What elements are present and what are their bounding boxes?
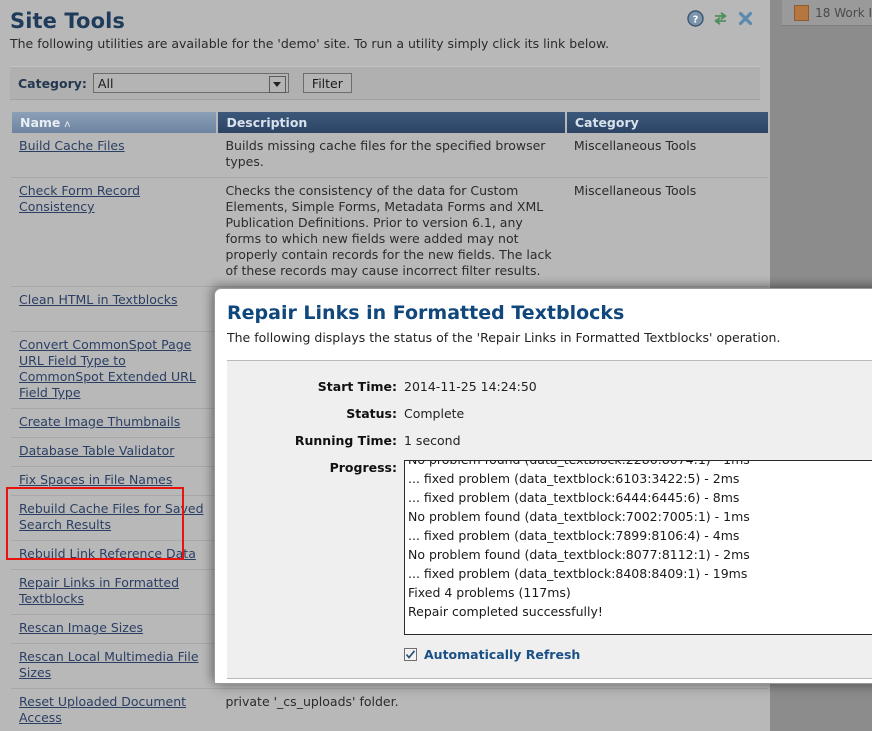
field-running-time: Running Time: 1 second xyxy=(227,433,872,449)
cell-description: private '_cs_uploads' folder. xyxy=(217,688,566,731)
progress-log-line: ... fixed problem (data_textblock:6103:3… xyxy=(408,471,740,486)
progress-log-textarea[interactable]: No problem found (data_textblock:2286:80… xyxy=(404,460,872,635)
field-progress-label: Progress: xyxy=(329,460,397,475)
auto-refresh-checkbox[interactable] xyxy=(404,648,417,661)
cell-description: Builds missing cache files for the speci… xyxy=(217,133,566,178)
column-header-name[interactable]: Name ʌ xyxy=(9,112,219,133)
cell-tool-name: Rebuild Cache Files for Saved Search Res… xyxy=(11,495,218,541)
auto-refresh-label[interactable]: Automatically Refresh xyxy=(424,647,580,662)
page-subtitle: The following utilities are available fo… xyxy=(10,36,610,51)
cell-category: Miscellaneous Tools xyxy=(565,133,768,178)
field-status-value: Complete xyxy=(404,406,465,421)
checkmark-icon xyxy=(405,650,416,659)
column-header-description[interactable]: Description xyxy=(217,112,567,133)
taskbar-work-item[interactable]: 18 Work I xyxy=(782,0,872,26)
progress-log-line: ... fixed problem (data_textblock:8408:8… xyxy=(408,566,748,581)
repair-links-dialog: Repair Links in Formatted Textblocks The… xyxy=(214,288,872,684)
progress-log-line: Fixed 4 problems (117ms) xyxy=(408,585,571,600)
field-running-time-value: 1 second xyxy=(404,433,461,448)
column-header-category[interactable]: Category xyxy=(565,112,768,133)
table-row: Reset Uploaded Document Access private '_… xyxy=(11,688,768,731)
progress-log-line: ... fixed problem (data_textblock:7899:8… xyxy=(408,528,740,543)
dialog-subtitle: The following displays the status of the… xyxy=(227,330,781,345)
cell-tool-name: Rescan Image Sizes xyxy=(11,614,218,644)
field-start-time: Start Time: 2014-11-25 14:24:50 xyxy=(227,379,872,395)
category-filter-label: Category: xyxy=(18,75,87,91)
cell-tool-name: Rebuild Link Reference Data xyxy=(11,540,218,570)
panel-header: Site Tools The following utilities are a… xyxy=(0,0,770,56)
category-filter-bar: Category: All Filter xyxy=(10,66,760,100)
help-icon[interactable]: ? xyxy=(687,10,704,27)
dialog-body: Start Time: 2014-11-25 14:24:50 Status: … xyxy=(227,360,872,679)
progress-log-line: ... fixed problem (data_textblock:6444:6… xyxy=(408,490,740,505)
dialog-header: Repair Links in Formatted Textblocks The… xyxy=(215,289,872,354)
cell-tool-name: Database Table Validator xyxy=(11,437,218,467)
filter-button[interactable]: Filter xyxy=(302,73,352,93)
work-item-label: 18 Work I xyxy=(815,5,872,20)
tool-link[interactable]: Reset Uploaded Document Access xyxy=(19,694,186,725)
page-title: Site Tools xyxy=(10,9,126,33)
close-icon[interactable] xyxy=(737,10,754,27)
field-progress: Progress: No problem found (data_textblo… xyxy=(227,460,872,635)
column-header-description-label: Description xyxy=(226,115,308,130)
field-start-time-value: 2014-11-25 14:24:50 xyxy=(404,379,537,394)
progress-log-line: No problem found (data_textblock:8077:81… xyxy=(408,547,750,562)
tool-link[interactable]: Rebuild Cache Files for Saved Search Res… xyxy=(19,501,204,532)
progress-log-line: Repair completed successfully! xyxy=(408,604,603,619)
cell-tool-name: Repair Links in Formatted Textblocks xyxy=(11,569,218,615)
tool-link[interactable]: Rebuild Link Reference Data xyxy=(19,546,196,561)
tool-link[interactable]: Build Cache Files xyxy=(19,138,125,153)
field-status-label: Status: xyxy=(346,406,397,421)
progress-log-line: No problem found (data_textblock:7002:70… xyxy=(408,509,750,524)
category-select[interactable]: All xyxy=(92,73,289,93)
svg-text:?: ? xyxy=(693,14,699,25)
chevron-down-icon[interactable] xyxy=(268,76,286,93)
tool-link[interactable]: Fix Spaces in File Names xyxy=(19,472,172,487)
table-header-row: Name ʌ Description Category xyxy=(9,112,768,133)
cell-tool-name: Convert CommonSpot Page URL Field Type t… xyxy=(11,331,218,409)
dialog-title: Repair Links in Formatted Textblocks xyxy=(227,302,625,324)
tool-link[interactable]: Create Image Thumbnails xyxy=(19,414,180,429)
progress-log-line: No problem found (data_textblock:2286:80… xyxy=(408,461,872,469)
tool-link[interactable]: Clean HTML in Textblocks xyxy=(19,292,178,307)
refresh-icon[interactable] xyxy=(712,10,729,27)
field-status: Status: Complete xyxy=(227,406,872,422)
auto-refresh-row: Automatically Refresh xyxy=(227,647,872,662)
panel-header-icons: ? xyxy=(687,10,754,27)
cell-tool-name: Reset Uploaded Document Access xyxy=(11,688,218,731)
column-header-name-label: Name xyxy=(20,115,61,130)
table-row: Build Cache Files Builds missing cache fi… xyxy=(11,133,768,178)
cell-tool-name: Clean HTML in Textblocks xyxy=(11,286,218,332)
field-running-time-label: Running Time: xyxy=(294,433,397,448)
tool-link[interactable]: Rescan Image Sizes xyxy=(19,620,143,635)
work-item-swatch-icon xyxy=(794,4,810,21)
cell-tool-name: Fix Spaces in File Names xyxy=(11,466,218,496)
cell-tool-name: Build Cache Files xyxy=(11,133,218,178)
cell-tool-name: Check Form Record Consistency xyxy=(11,177,218,287)
cell-category: Miscellaneous Tools xyxy=(565,177,768,287)
cell-tool-name: Create Image Thumbnails xyxy=(11,408,218,438)
column-header-category-label: Category xyxy=(574,115,639,130)
tool-link[interactable]: Repair Links in Formatted Textblocks xyxy=(19,575,179,606)
field-start-time-label: Start Time: xyxy=(317,379,397,394)
cell-tool-name: Rescan Local Multimedia File Sizes xyxy=(11,643,218,689)
tool-link[interactable]: Convert CommonSpot Page URL Field Type t… xyxy=(19,337,196,400)
table-row: Check Form Record Consistency Checks the … xyxy=(11,177,768,287)
category-select-value: All xyxy=(97,75,114,91)
cell-category xyxy=(565,688,768,731)
cell-description: Checks the consistency of the data for C… xyxy=(217,177,566,287)
sort-ascending-icon: ʌ xyxy=(64,119,71,130)
tool-link[interactable]: Check Form Record Consistency xyxy=(19,183,140,214)
tool-link[interactable]: Rescan Local Multimedia File Sizes xyxy=(19,649,199,680)
tool-link[interactable]: Database Table Validator xyxy=(19,443,174,458)
